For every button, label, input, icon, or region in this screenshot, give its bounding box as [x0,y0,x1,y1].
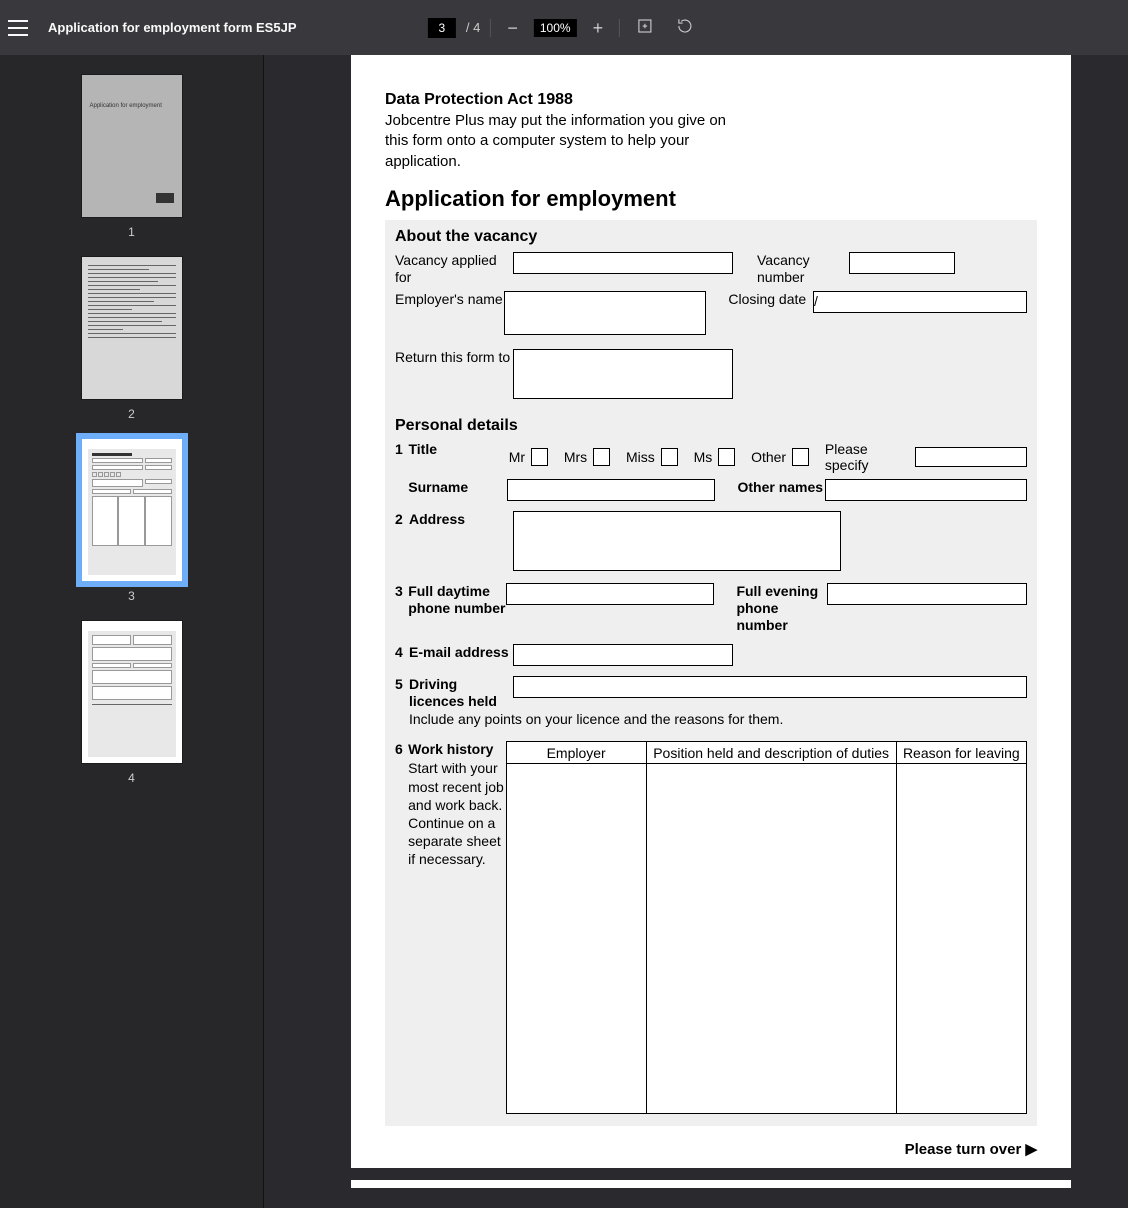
field-eve-phone[interactable] [827,583,1027,605]
zoom-level[interactable]: 100% [534,19,577,37]
pdf-page: Data Protection Act 1988 Jobcentre Plus … [351,55,1071,1168]
label-vacancy-applied: Vacancy applied for [395,252,513,286]
label-other-names: Other names [737,479,824,495]
thumbnail-page-2[interactable] [82,257,182,399]
rotate-icon[interactable] [670,17,700,38]
field-email[interactable] [513,644,733,666]
thumbnail-page-4[interactable] [82,621,182,763]
field-return-to[interactable] [513,349,733,399]
next-page-sliver [351,1180,1071,1188]
field-vacancy-number[interactable] [849,252,955,274]
label-specify: Please specify [825,441,909,473]
label-address: Address [409,511,513,528]
page-total: / 4 [466,20,480,35]
field-other-names[interactable] [825,479,1028,501]
q-number: 6 [395,741,408,757]
thumbnail-page-3[interactable] [82,439,182,581]
pdf-toolbar: Application for employment form ES5JP / … [0,0,1128,55]
page-number-input[interactable] [428,18,456,38]
label-eve-phone: Full evening phone number [736,583,827,633]
q-number: 4 [395,644,409,660]
section-personal-details: Personal details [395,417,1027,435]
label-email: E-mail address [409,644,513,661]
zoom-out-button[interactable]: − [501,19,524,37]
thumb-number: 3 [82,589,182,603]
cell-employer[interactable] [506,764,646,1114]
cell-position[interactable] [646,764,896,1114]
thumb-number: 4 [82,771,182,785]
form-title: Application for employment [385,186,1037,212]
label-employer-name: Employer's name [395,291,504,308]
checkbox-miss[interactable] [661,448,678,466]
opt-other: Other [751,449,786,465]
field-vacancy-applied[interactable] [513,252,733,274]
label-return-to: Return this form to [395,349,513,366]
field-address[interactable] [513,511,841,571]
q-number: 3 [395,583,408,599]
form-body: About the vacancy Vacancy applied for Va… [385,220,1037,1127]
col-employer: Employer [506,742,646,764]
q-number: 1 [395,441,408,457]
thumbnail-sidebar: Application for employment 1 2 [0,55,264,1208]
checkbox-mr[interactable] [531,448,548,466]
help-driving: Include any points on your licence and t… [409,711,1027,727]
dp-text: Jobcentre Plus may put the information y… [385,111,745,172]
col-reason: Reason for leaving [896,742,1026,764]
q-number: 5 [395,676,409,692]
label-surname: Surname [408,479,506,496]
divider [490,19,491,37]
opt-ms: Ms [694,449,713,465]
thumb-number: 1 [82,225,182,239]
turn-over-label: Please turn over ▶ [385,1140,1037,1158]
label-work-history: Work history [408,741,506,757]
field-day-phone[interactable] [506,583,714,605]
label-closing-date: Closing date [728,291,813,308]
thumb-number: 2 [82,407,182,421]
field-surname[interactable] [507,479,715,501]
col-position: Position held and description of duties [646,742,896,764]
opt-mrs: Mrs [564,449,587,465]
label-driving: Driving licences held [409,676,513,710]
help-work-history: Start with your most recent job and work… [408,759,506,868]
label-title: Title [408,441,508,458]
opt-miss: Miss [626,449,655,465]
opt-mr: Mr [509,449,525,465]
label-vacancy-number: Vacancy number [757,252,849,286]
field-employer-name[interactable] [504,291,707,335]
field-driving[interactable] [513,676,1027,698]
q-number: 2 [395,511,409,527]
cell-reason[interactable] [896,764,1026,1114]
field-closing-date[interactable]: / / [813,291,1027,313]
pdf-viewer[interactable]: Data Protection Act 1988 Jobcentre Plus … [264,55,1128,1208]
section-about-vacancy: About the vacancy [395,228,1027,246]
divider [619,19,620,37]
checkbox-ms[interactable] [718,448,735,466]
fit-page-icon[interactable] [630,17,660,38]
zoom-in-button[interactable]: + [587,19,610,37]
checkbox-other[interactable] [792,448,809,466]
label-day-phone: Full daytime phone number [408,583,506,617]
document-title: Application for employment form ES5JP [48,20,297,35]
dp-heading: Data Protection Act 1988 [385,91,1037,109]
field-specify[interactable] [915,447,1027,467]
checkbox-mrs[interactable] [593,448,610,466]
menu-icon[interactable] [8,20,28,36]
work-history-table: Employer Position held and description o… [506,741,1027,1114]
thumbnail-page-1[interactable]: Application for employment [82,75,182,217]
